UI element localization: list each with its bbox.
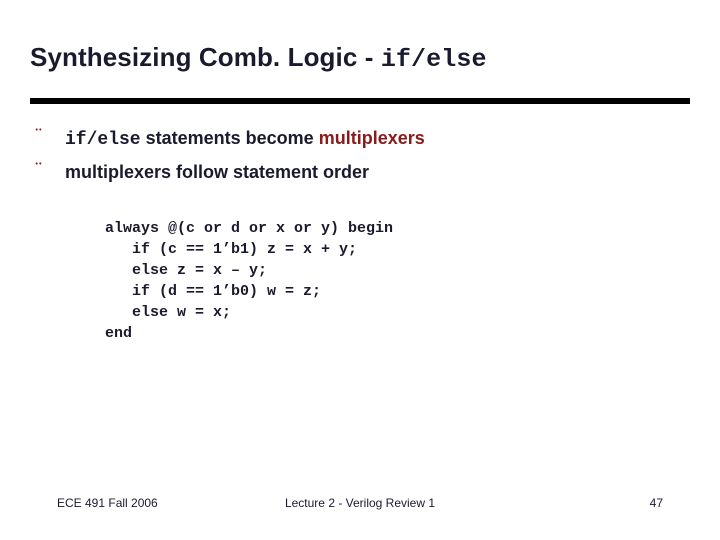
footer-lecture: Lecture 2 - Verilog Review 1 [284, 496, 436, 510]
bullet-marker-icon: ¨ [35, 157, 42, 181]
slide: Synthesizing Comb. Logic - if/else ¨ if/e… [0, 0, 720, 540]
code-block: always @(c or d or x or y) begin if (c =… [105, 220, 394, 342]
title-divider [30, 98, 690, 104]
list-item-accent: multiplexers [318, 128, 425, 148]
bullet-marker-icon: ¨ [35, 123, 42, 147]
page-title: Synthesizing Comb. Logic - if/else [30, 42, 690, 74]
list-item-mono-lead: if/else [65, 130, 141, 150]
page-title-prefix: Synthesizing Comb. Logic - [30, 42, 381, 72]
page-title-mono: if/else [380, 45, 487, 74]
bullet-list: ¨ if/else statements become multiplexers … [30, 123, 690, 194]
list-item-text: statements become [140, 128, 319, 148]
slide-footer: ECE 491 Fall 2006 Lecture 2 - Verilog Re… [0, 496, 720, 516]
footer-page-number: 47 [649, 496, 663, 510]
list-item: ¨ multiplexers follow statement order [30, 157, 690, 186]
list-item: ¨ if/else statements become multiplexers [30, 123, 690, 152]
list-item-text: multiplexers follow statement order [65, 162, 370, 182]
